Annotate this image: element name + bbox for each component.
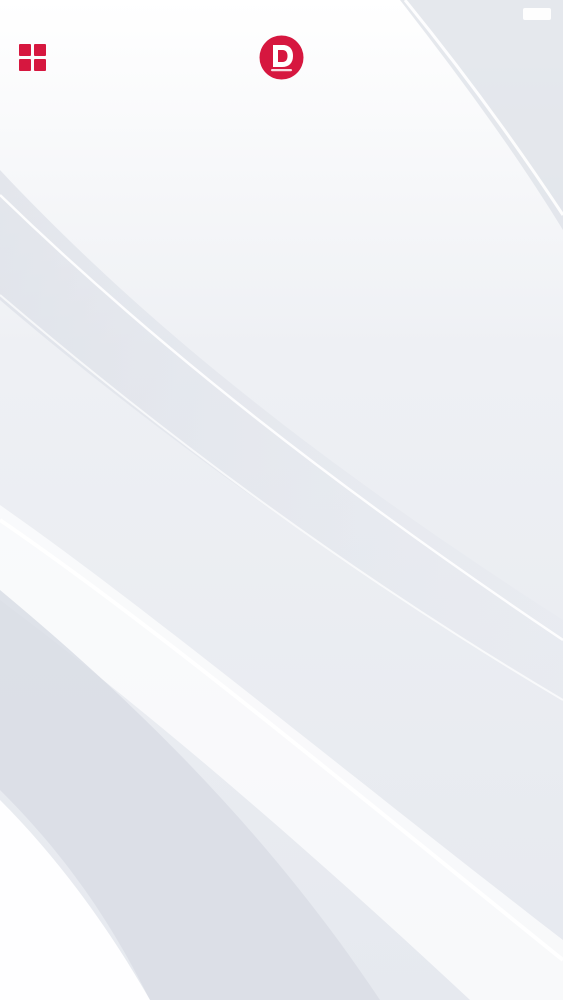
battery-icon xyxy=(523,8,551,20)
grid-menu-button[interactable] xyxy=(16,42,48,74)
app-logo-d-icon xyxy=(259,35,304,80)
grid-menu-icon xyxy=(19,44,46,71)
app-screen xyxy=(0,0,563,1000)
background-waves xyxy=(0,0,563,1000)
app-logo[interactable] xyxy=(259,35,304,80)
